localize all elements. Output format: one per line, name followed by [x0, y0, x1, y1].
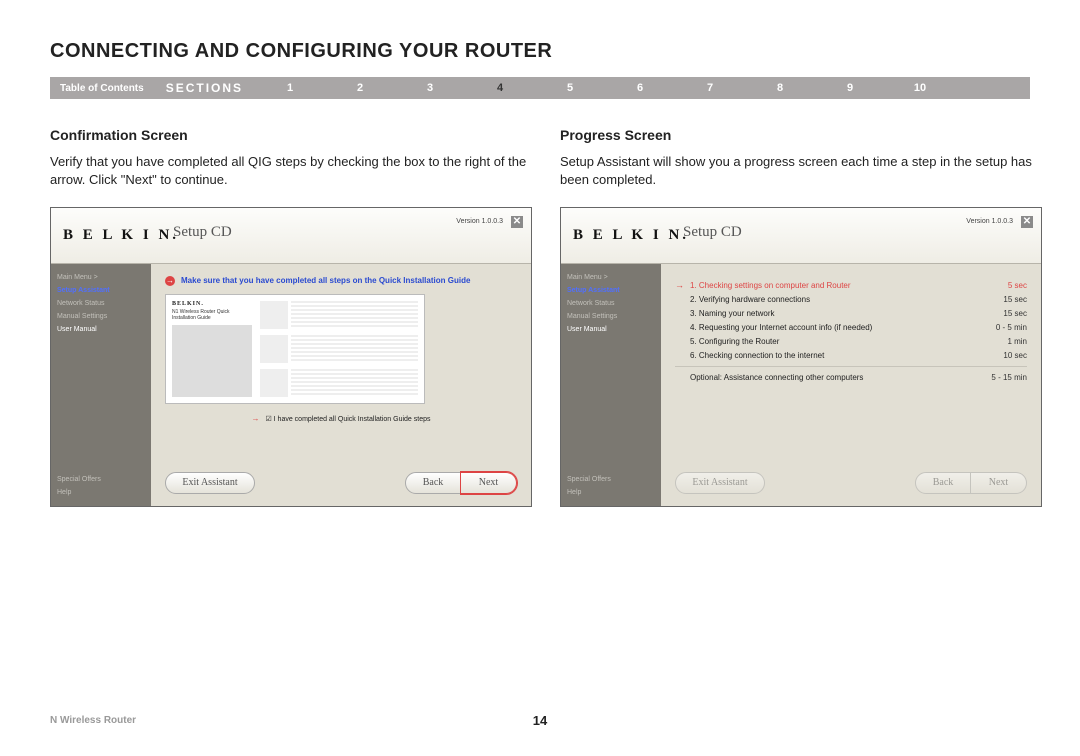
page-number: 14 [533, 713, 547, 728]
sidebar-special-offers-2[interactable]: Special Offers [567, 476, 655, 483]
guide-brand: BELKIN. [172, 301, 252, 307]
version-text-2: Version 1.0.0.3 [966, 218, 1013, 225]
back-button[interactable]: Back [405, 472, 461, 494]
app-title-2: Setup CD [683, 224, 742, 241]
step-4: 4. Requesting your Internet account info… [675, 323, 1027, 332]
instruction-text: →Make sure that you have completed all s… [165, 276, 517, 286]
arrow-icon: → [675, 280, 684, 290]
nav-section-7[interactable]: 7 [675, 82, 745, 94]
confirm-checkbox-row[interactable]: ☑ I have completed all Quick Installatio… [165, 414, 517, 423]
sidebar-main-menu[interactable]: Main Menu > [57, 274, 145, 281]
app-header: B E L K I N. Setup CD Version 1.0.0.3 ✕ [51, 208, 531, 264]
left-heading: Confirmation Screen [50, 127, 532, 143]
app-title: Setup CD [173, 224, 232, 241]
sidebar-network-status[interactable]: Network Status [57, 300, 145, 307]
sidebar-help-2[interactable]: Help [567, 489, 655, 496]
page-footer: N Wireless Router 14 [50, 714, 1030, 726]
nav-section-6[interactable]: 6 [605, 82, 675, 94]
sidebar-main-menu-2[interactable]: Main Menu > [567, 274, 655, 281]
sidebar-setup-assistant[interactable]: Setup Assistant [57, 287, 145, 294]
nav-sections-label: SECTIONS [154, 81, 255, 95]
nav-section-10[interactable]: 10 [885, 82, 955, 94]
sidebar-help[interactable]: Help [57, 489, 145, 496]
close-icon-2[interactable]: ✕ [1021, 216, 1033, 228]
sidebar-special-offers[interactable]: Special Offers [57, 476, 145, 483]
arrow-icon: → [165, 276, 175, 286]
confirmation-screenshot: B E L K I N. Setup CD Version 1.0.0.3 ✕ … [50, 207, 532, 507]
progress-steps: → 1. Checking settings on computer and R… [675, 280, 1027, 382]
app-sidebar: Main Menu > Setup Assistant Network Stat… [51, 264, 151, 506]
sidebar-manual-settings-2[interactable]: Manual Settings [567, 313, 655, 320]
exit-assistant-button[interactable]: Exit Assistant [165, 472, 255, 494]
step-1: → 1. Checking settings on computer and R… [675, 280, 1027, 290]
sidebar-user-manual-2[interactable]: User Manual [567, 326, 655, 333]
right-heading: Progress Screen [560, 127, 1042, 143]
nav-section-8[interactable]: 8 [745, 82, 815, 94]
step-3: 3. Naming your network15 sec [675, 309, 1027, 318]
back-button-2: Back [915, 472, 971, 494]
step-5: 5. Configuring the Router1 min [675, 337, 1027, 346]
right-description: Setup Assistant will show you a progress… [560, 153, 1042, 189]
sidebar-setup-assistant-2[interactable]: Setup Assistant [567, 287, 655, 294]
sidebar-user-manual[interactable]: User Manual [57, 326, 145, 333]
step-6: 6. Checking connection to the internet10… [675, 351, 1027, 360]
nav-section-3[interactable]: 3 [395, 82, 465, 94]
nav-section-4[interactable]: 4 [465, 82, 535, 94]
step-optional: Optional: Assistance connecting other co… [675, 373, 1027, 382]
footer-product: N Wireless Router [50, 715, 136, 726]
next-button[interactable]: Next [461, 472, 517, 494]
nav-section-2[interactable]: 2 [325, 82, 395, 94]
app-header-2: B E L K I N. Setup CD Version 1.0.0.3 ✕ [561, 208, 1041, 264]
version-text: Version 1.0.0.3 [456, 218, 503, 225]
brand-logo-2: B E L K I N. [573, 227, 689, 244]
section-nav: Table of Contents SECTIONS 1 2 3 4 5 6 7… [50, 77, 1030, 99]
nav-section-5[interactable]: 5 [535, 82, 605, 94]
brand-logo: B E L K I N. [63, 227, 179, 244]
step-2: 2. Verifying hardware connections15 sec [675, 295, 1027, 304]
qig-preview: BELKIN. N1 Wireless Router Quick Install… [165, 294, 425, 404]
next-button-2: Next [971, 472, 1027, 494]
guide-thumb [172, 325, 252, 397]
progress-screenshot: B E L K I N. Setup CD Version 1.0.0.3 ✕ … [560, 207, 1042, 507]
page-title: CONNECTING AND CONFIGURING YOUR ROUTER [50, 40, 1030, 63]
app-sidebar-2: Main Menu > Setup Assistant Network Stat… [561, 264, 661, 506]
guide-subtitle: N1 Wireless Router Quick Installation Gu… [172, 309, 252, 321]
close-icon[interactable]: ✕ [511, 216, 523, 228]
left-description: Verify that you have completed all QIG s… [50, 153, 532, 189]
nav-section-1[interactable]: 1 [255, 82, 325, 94]
sidebar-manual-settings[interactable]: Manual Settings [57, 313, 145, 320]
nav-section-9[interactable]: 9 [815, 82, 885, 94]
sidebar-network-status-2[interactable]: Network Status [567, 300, 655, 307]
nav-toc-link[interactable]: Table of Contents [50, 83, 154, 94]
exit-assistant-button-2: Exit Assistant [675, 472, 765, 494]
